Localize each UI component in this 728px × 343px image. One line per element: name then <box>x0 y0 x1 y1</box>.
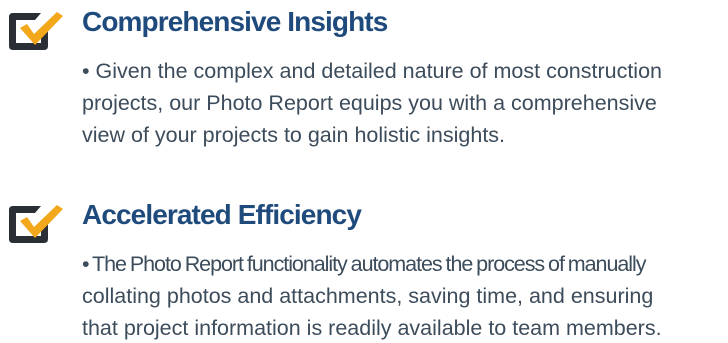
feature-description: • The Photo Report functionality automat… <box>82 248 662 343</box>
description-line: projects, our Photo Report equips you wi… <box>82 91 657 115</box>
description-line: collating photos and attachments, saving… <box>82 284 654 308</box>
description-line: • The Photo Report functionality automat… <box>82 252 646 276</box>
description-line: view of your projects to gain holistic i… <box>82 123 506 147</box>
checkbox-checked-icon <box>9 205 63 243</box>
feature-description: • Given the complex and detailed nature … <box>82 55 662 151</box>
feature-title: Comprehensive Insights <box>82 6 388 37</box>
checkbox-checked-icon <box>9 12 63 50</box>
feature-title: Accelerated Efficiency <box>82 199 362 230</box>
description-line: • Given the complex and detailed nature … <box>82 59 662 83</box>
description-line: that project information is readily avai… <box>82 316 662 340</box>
